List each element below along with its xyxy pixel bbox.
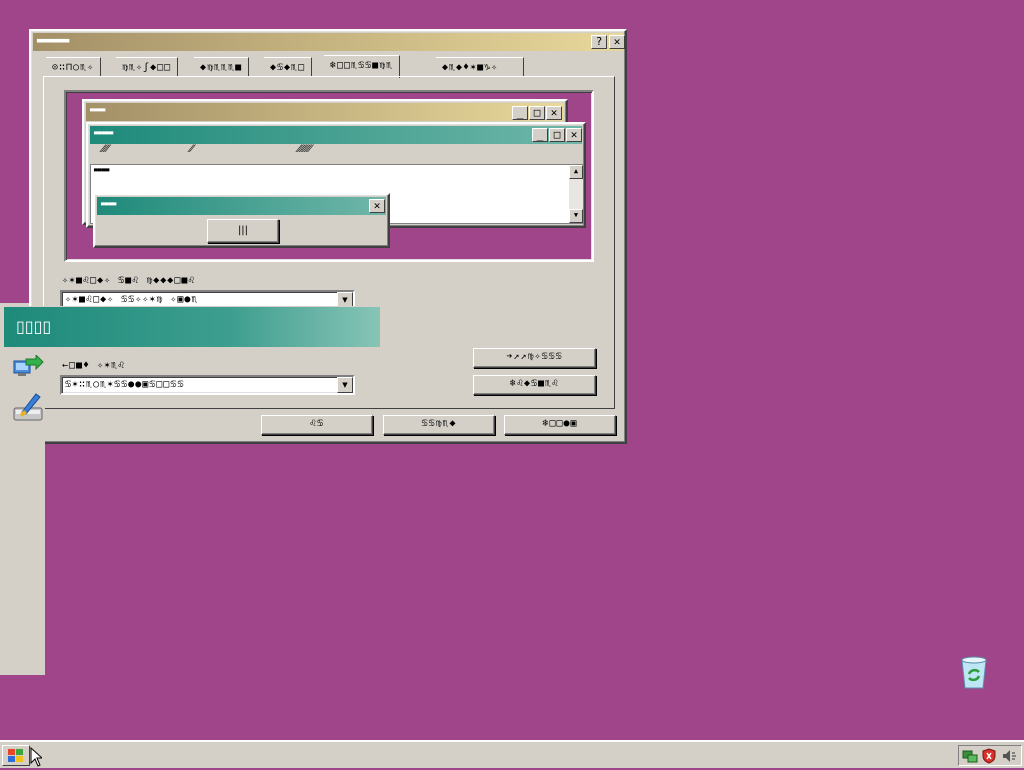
preview-menubar: ⁄⁄⁄⁄ ⁄⁄ ⁄⁄⁄⁄⁄⁄⁄⁄ <box>102 144 402 160</box>
main-titlebar[interactable]: ▄▄▄▄▄▄▄ ? ✕ <box>33 33 625 51</box>
scheme-label: ✧✶■♌□◆✧ ♋■♌ ♍◆◆◆□■♌ <box>62 275 196 286</box>
network-icon[interactable] <box>12 353 44 383</box>
scheme-select-value: ✧✶■♌□◆✧ ♋♋✧✧✶♍ ✧▣●♏ <box>65 294 199 305</box>
recycle-bin-icon[interactable] <box>958 656 990 690</box>
preview-active-title: ▄▄▄▄▄ <box>94 129 114 135</box>
item-select[interactable]: ♋✶∷♏○♏✶♋♋●●▣♋□□♋♋ ▼ <box>60 375 355 395</box>
preview-window-text: ▄▄▄▄ <box>94 166 110 172</box>
tab-1[interactable]: ♍♏✧ʃ◆□□ <box>116 57 179 77</box>
ok-button[interactable]: ♌♋ <box>261 415 373 435</box>
tab-3[interactable]: ◆♋◆♏□ <box>264 57 313 77</box>
close-button[interactable]: ✕ <box>609 35 625 49</box>
scroll-up-icon: ▲ <box>569 165 583 179</box>
item-select-value: ♋✶∷♏○♏✶♋♋●●▣♋□□♋♋ <box>65 379 185 390</box>
taskbar <box>0 740 1024 768</box>
scroll-down-icon: ▼ <box>569 209 583 223</box>
preview-active-titlebar: ▄▄▄▄▄ _ □ ✕ <box>90 126 582 144</box>
start-button[interactable] <box>2 745 30 766</box>
help-button[interactable]: ? <box>591 35 607 49</box>
side-panel-banner: ▯▯▯▯ <box>3 306 381 348</box>
preview-active-minimize: _ <box>532 128 548 142</box>
preview-menu-item: ⁄⁄ <box>190 144 194 155</box>
preview-msgbox-close: ✕ <box>369 199 385 213</box>
side-panel-banner-text: ▯▯▯▯ <box>16 317 52 336</box>
preview-inactive-titlebar: ▄▄▄▄ _ □ ✕ <box>86 103 564 121</box>
item-label: ←□■♦ ✧✶♏♌ <box>62 360 126 371</box>
preview-menu-item: ⁄⁄⁄⁄⁄⁄⁄⁄ <box>298 144 312 155</box>
chevron-down-icon[interactable]: ▼ <box>337 377 353 393</box>
network-status-icon[interactable] <box>962 748 978 764</box>
cancel-button[interactable]: ♋♋♍♏◆ <box>383 415 495 435</box>
tab-4-active[interactable]: ❄□□♏♋♋■♍♏ <box>324 55 401 78</box>
tab-5[interactable]: ◆♏◆♦✶■♑✧ <box>436 57 524 77</box>
system-tray <box>958 745 1022 766</box>
apply-button[interactable]: ❄□□●▣ <box>504 415 616 435</box>
preview-msgbox-titlebar: ▄▄▄▄ ✕ <box>97 197 386 215</box>
main-title: ▄▄▄▄▄▄▄ <box>37 36 70 43</box>
preview-scrollbar: ▲ ▼ <box>569 165 583 223</box>
preview-inactive-title: ▄▄▄▄ <box>90 106 106 112</box>
preview-msgbox-ok-button: ||| <box>207 219 279 243</box>
mouse-cursor-icon <box>30 746 44 770</box>
brush-icon[interactable] <box>12 392 44 424</box>
effects-button[interactable]: ➔↗↗♍✧♋♋♋ <box>473 348 596 368</box>
preview-inactive-maximize: □ <box>529 106 545 120</box>
tab-0[interactable]: ⊙∷⊓○♏✧ <box>46 57 102 77</box>
preview-inactive-minimize: _ <box>512 106 528 120</box>
preview-msgbox-title: ▄▄▄▄ <box>101 200 117 206</box>
preview-message-box: ▄▄▄▄ ✕ ||| <box>93 193 390 248</box>
volume-icon[interactable] <box>1001 748 1017 764</box>
advanced-button[interactable]: ❄♌◆♋■♏♌ <box>473 375 596 395</box>
preview-inactive-close: ✕ <box>546 106 562 120</box>
windows-logo-icon <box>8 749 23 762</box>
security-shield-icon[interactable] <box>981 748 997 764</box>
tab-2[interactable]: ◆♍♏♏♏■ <box>194 57 250 77</box>
preview-active-close: ✕ <box>566 128 582 142</box>
preview-active-maximize: □ <box>549 128 565 142</box>
preview-menu-item: ⁄⁄⁄⁄ <box>102 144 109 155</box>
